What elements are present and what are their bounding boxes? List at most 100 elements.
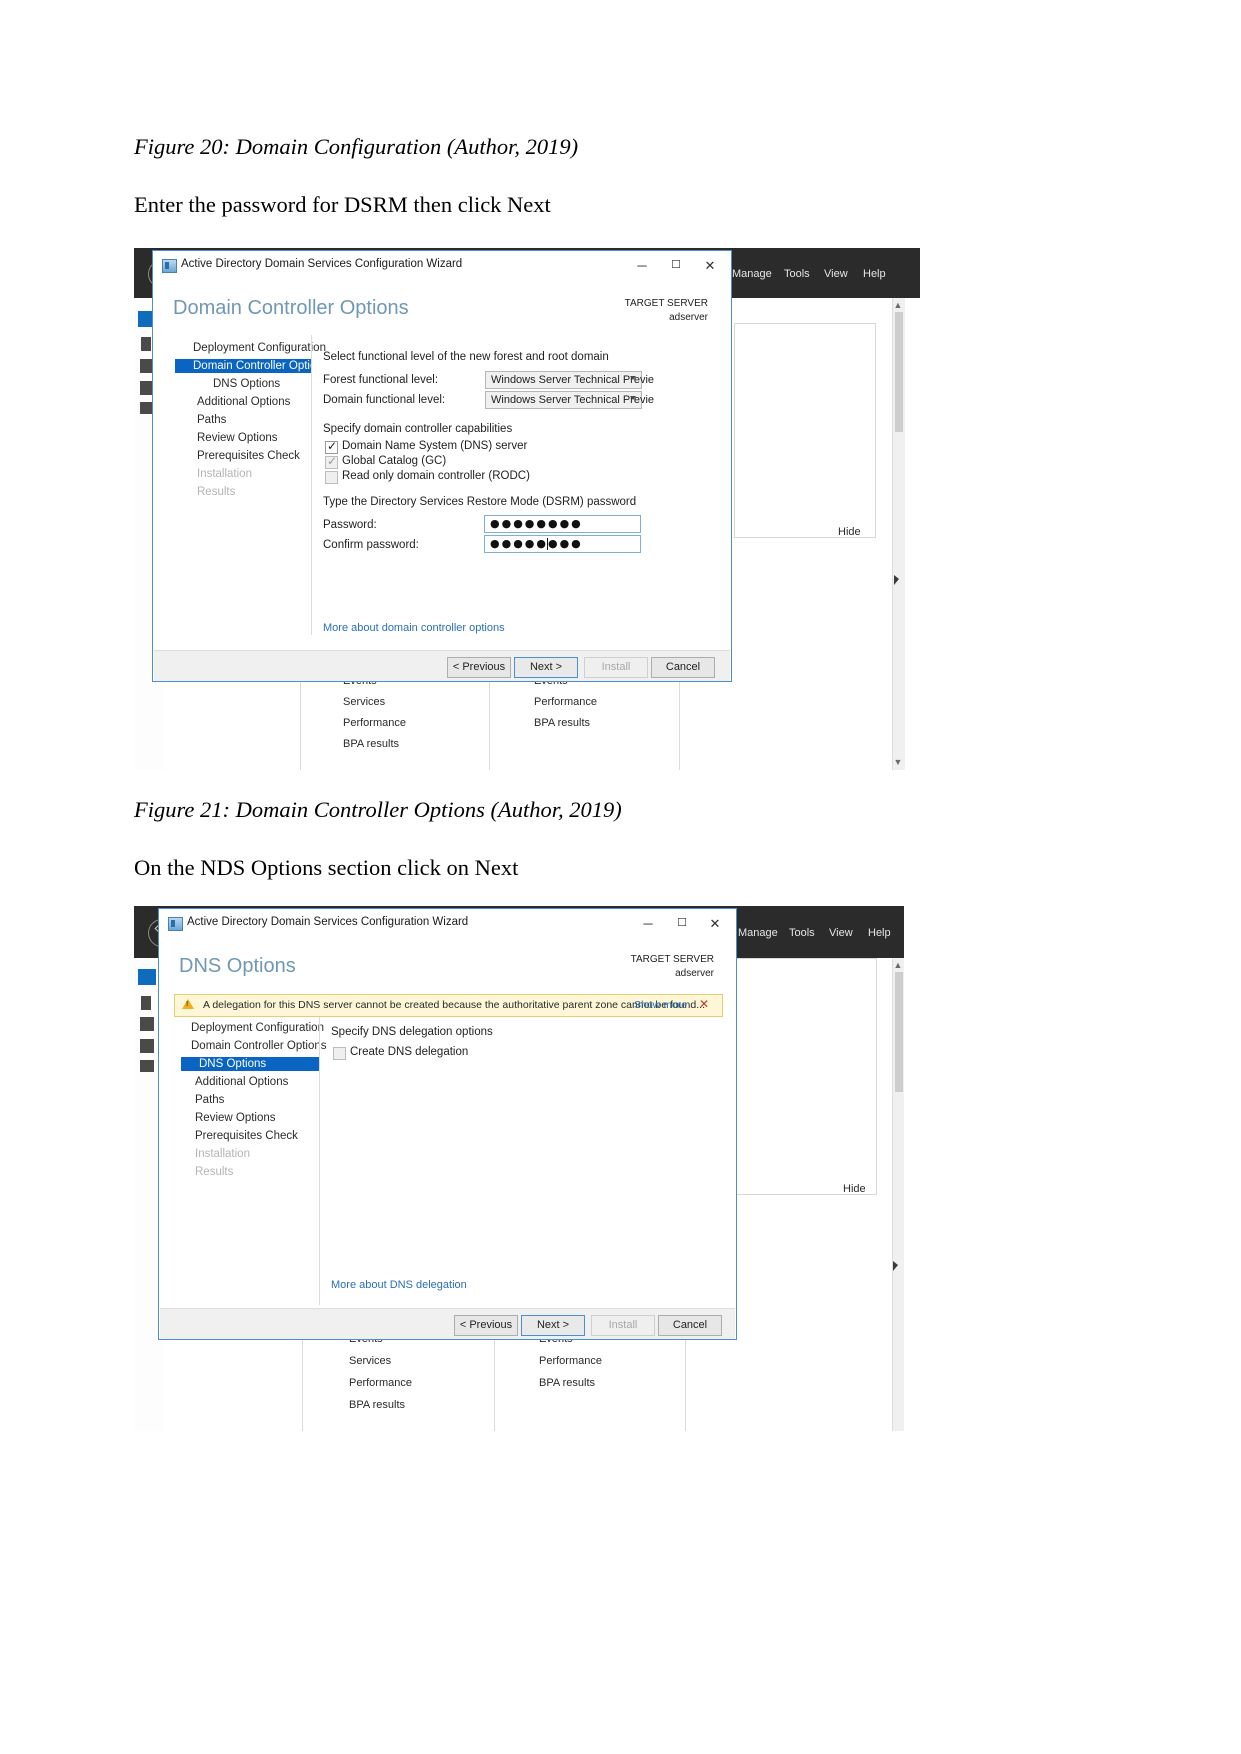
sm2-col2-item-1[interactable]: Performance <box>539 1355 602 1367</box>
warning-triangle-icon <box>182 999 194 1009</box>
confirm-password-input[interactable]: ●●●●●●●● <box>484 535 641 553</box>
screenshot-dns-options: Manage Tools View Help Hide Events Servi… <box>134 903 904 1431</box>
domain-functional-level-label: Domain functional level: <box>323 394 446 406</box>
menu-view[interactable]: View <box>829 927 853 939</box>
scroll-up-icon[interactable]: ▲ <box>892 960 904 970</box>
nav-tile-local-server[interactable] <box>141 996 151 1010</box>
show-more-link[interactable]: Show more <box>634 999 687 1011</box>
instruction-paragraph-1: Enter the password for DSRM then click N… <box>134 192 551 217</box>
create-dns-delegation-row: Create DNS delegation <box>333 1046 468 1060</box>
sm-col1-item-2[interactable]: Performance <box>343 717 406 729</box>
nav-tile-dashboard[interactable] <box>138 969 156 985</box>
warning-close-icon[interactable]: ✕ <box>699 997 709 1011</box>
sm2-col2-item-2[interactable]: BPA results <box>539 1377 595 1389</box>
next-button[interactable]: Next > <box>514 657 578 678</box>
menu-tools[interactable]: Tools <box>784 268 810 280</box>
close-button[interactable]: ✕ <box>700 914 730 933</box>
sm-col2-item-2[interactable]: BPA results <box>534 717 590 729</box>
capability-row-dns[interactable]: ✓ Domain Name System (DNS) server <box>325 440 528 454</box>
more-about-dns-delegation-link[interactable]: More about DNS delegation <box>331 1279 467 1291</box>
nav-tile-file-services[interactable] <box>140 1060 154 1072</box>
menu-manage[interactable]: Manage <box>732 268 772 280</box>
nav-item-paths[interactable]: Paths <box>175 413 303 427</box>
sm-col2-item-1[interactable]: Performance <box>534 696 597 708</box>
menu-manage[interactable]: Manage <box>738 927 778 939</box>
wizard-app-icon <box>162 259 177 273</box>
section-label-dsrm: Type the Directory Services Restore Mode… <box>323 496 637 508</box>
sm2-col1-item-1[interactable]: Services <box>349 1355 391 1367</box>
nav-item-prerequisites-check[interactable]: Prerequisites Check <box>175 449 303 463</box>
nav-item-review-options[interactable]: Review Options <box>175 431 303 445</box>
nav-item-prerequisites-check[interactable]: Prerequisites Check <box>181 1129 309 1143</box>
confirm-password-label: Confirm password: <box>323 539 419 551</box>
maximize-button[interactable]: ☐ <box>661 256 691 275</box>
password-input[interactable]: ●●●●●●●● <box>484 515 641 533</box>
capability-label-rodc: Read only domain controller (RODC) <box>342 470 530 482</box>
wizard-title-text: Active Directory Domain Services Configu… <box>187 916 469 928</box>
scroll-up-icon[interactable]: ▲ <box>892 300 904 310</box>
instruction-paragraph-2: On the NDS Options section click on Next <box>134 855 519 880</box>
nav-item-installation: Installation <box>195 1148 250 1160</box>
capability-label-dns: Domain Name System (DNS) server <box>342 440 528 452</box>
menu-help[interactable]: Help <box>863 268 886 280</box>
capability-label-gc: Global Catalog (GC) <box>342 455 447 467</box>
wizard-titlebar-2[interactable]: Active Directory Domain Services Configu… <box>159 909 736 937</box>
target-server-name: adserver <box>675 967 714 979</box>
nav-item-deployment-configuration[interactable]: Deployment Configuration <box>181 1021 324 1035</box>
page-title: Domain Controller Options <box>173 297 409 319</box>
more-about-dc-options-link[interactable]: More about domain controller options <box>323 622 505 634</box>
menu-help[interactable]: Help <box>868 927 891 939</box>
sm-col1-item-3[interactable]: BPA results <box>343 738 399 750</box>
next-button[interactable]: Next > <box>521 1315 585 1336</box>
close-button[interactable]: ✕ <box>695 256 725 275</box>
nav-tile-local-server[interactable] <box>141 337 151 351</box>
checkbox-create-dns-delegation <box>333 1047 346 1060</box>
scroll-down-icon[interactable]: ▼ <box>892 757 904 767</box>
checkbox-dns-server[interactable]: ✓ <box>325 440 338 454</box>
nav-item-deployment-configuration[interactable]: Deployment Configuration <box>175 341 326 355</box>
maximize-button[interactable]: ☐ <box>667 914 697 933</box>
confirm-password-value: ●●●●●●●● <box>490 537 583 550</box>
nav-tile-all-servers[interactable] <box>140 1017 154 1031</box>
section-label-functional-level: Select functional level of the new fores… <box>323 351 609 363</box>
wizard-titlebar[interactable]: Active Directory Domain Services Configu… <box>153 251 731 279</box>
wizard-app-icon <box>168 917 183 931</box>
minimize-button[interactable]: ─ <box>633 914 663 933</box>
nav-item-dns-options[interactable]: DNS Options <box>175 377 303 391</box>
vertical-scrollbar[interactable] <box>892 298 905 770</box>
nav-tile-ad-ds[interactable] <box>140 1039 154 1053</box>
nav-item-domain-controller-options[interactable]: Domain Controller Options <box>181 1039 327 1053</box>
warning-message: A delegation for this DNS server cannot … <box>203 999 705 1011</box>
nav-item-dns-options[interactable]: DNS Options <box>181 1057 319 1071</box>
previous-button[interactable]: < Previous <box>447 657 511 678</box>
hide-label[interactable]: Hide <box>838 526 861 538</box>
cancel-button[interactable]: Cancel <box>651 657 715 678</box>
nav-item-domain-controller-options[interactable]: Domain Controller Options <box>175 359 329 373</box>
target-server-block: TARGET SERVER adserver <box>554 953 714 980</box>
vertical-scrollbar-2[interactable] <box>892 958 904 1431</box>
text-caret <box>547 538 548 550</box>
nav-item-additional-options[interactable]: Additional Options <box>175 395 303 409</box>
menu-tools[interactable]: Tools <box>789 927 815 939</box>
nav-item-installation: Installation <box>197 468 252 480</box>
figure-caption-21: Figure 21: Domain Controller Options (Au… <box>134 797 622 822</box>
checkbox-rodc <box>325 471 338 484</box>
nav-item-paths[interactable]: Paths <box>181 1093 309 1107</box>
mouse-cursor-icon <box>893 1261 898 1271</box>
nav-item-review-options[interactable]: Review Options <box>181 1111 309 1125</box>
screenshot-domain-controller-options: Manage Tools View Help Hide Events Servi… <box>134 245 920 770</box>
sm2-col1-item-3[interactable]: BPA results <box>349 1399 405 1411</box>
domain-functional-level-select[interactable]: Windows Server Technical Previe <box>485 391 654 409</box>
menu-view[interactable]: View <box>824 268 848 280</box>
sm2-col1-item-2[interactable]: Performance <box>349 1377 412 1389</box>
forest-functional-level-select[interactable]: Windows Server Technical Previe <box>485 371 654 389</box>
minimize-button[interactable]: ─ <box>627 256 657 275</box>
sm-col1-item-1[interactable]: Services <box>343 696 385 708</box>
page-title: DNS Options <box>179 955 296 977</box>
previous-button[interactable]: < Previous <box>454 1315 518 1336</box>
cancel-button[interactable]: Cancel <box>658 1315 722 1336</box>
install-button: Install <box>584 657 648 678</box>
wizard-footer-2: < Previous Next > Install Cancel <box>160 1308 735 1339</box>
nav-item-additional-options[interactable]: Additional Options <box>181 1075 309 1089</box>
hide-label[interactable]: Hide <box>843 1183 866 1195</box>
